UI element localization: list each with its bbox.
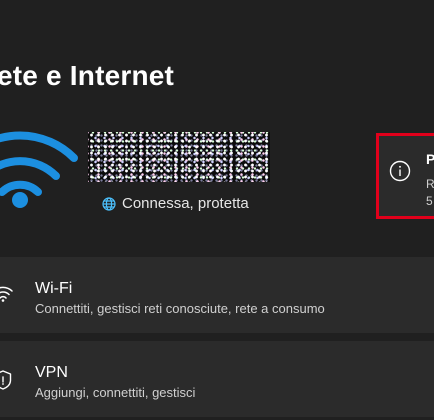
network-name-redacted [88, 132, 270, 182]
vpn-row-subtitle: Aggiungi, connettiti, gestisci [35, 385, 196, 400]
properties-line-2: 5 [426, 194, 433, 208]
wifi-icon [0, 286, 13, 302]
vpn-row-title: VPN [35, 364, 68, 381]
connection-status: Connessa, protetta [102, 195, 249, 212]
wifi-row-title: Wi-Fi [35, 280, 73, 297]
wifi-row-subtitle: Connettiti, gestisci reti conosciute, re… [35, 301, 325, 316]
wifi-icon [0, 131, 78, 208]
network-internet-page: ete e Internet Connessa, protetta P R 5 … [0, 0, 434, 420]
properties-card[interactable]: P R 5 [376, 133, 434, 219]
page-title: ete e Internet [0, 60, 175, 91]
properties-title: P [426, 151, 434, 167]
globe-icon [102, 196, 116, 211]
connection-status-text: Connessa, protetta [122, 195, 249, 212]
settings-row-vpn[interactable]: VPN Aggiungi, connettiti, gestisci [0, 341, 434, 417]
info-icon [389, 160, 411, 182]
vpn-shield-icon [0, 370, 12, 390]
settings-row-wifi[interactable]: Wi-Fi Connettiti, gestisci reti conosciu… [0, 257, 434, 333]
properties-line-1: R [426, 177, 434, 191]
